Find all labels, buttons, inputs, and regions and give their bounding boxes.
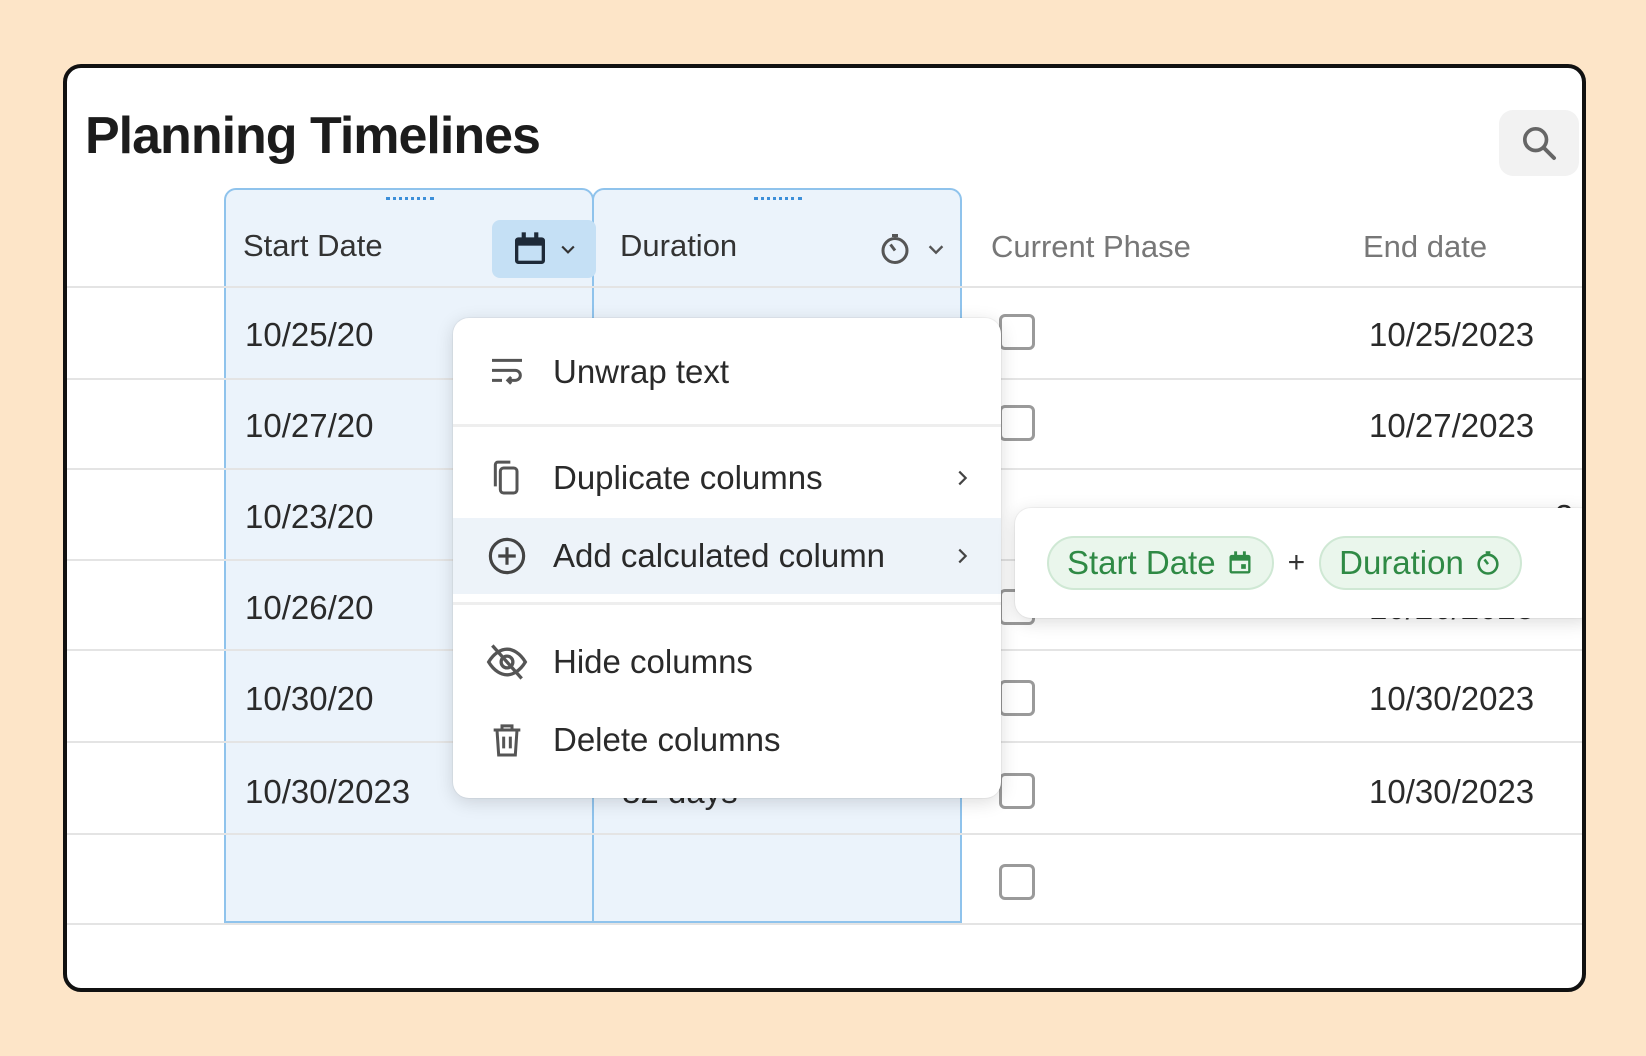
header-end-date[interactable]: End date [1363, 229, 1487, 265]
menu-label: Hide columns [553, 643, 753, 680]
calculated-column-submenu: Start Date + Duration [1015, 508, 1582, 618]
row-divider [67, 286, 1582, 288]
calendar-icon [1229, 551, 1251, 574]
drag-handle[interactable] [754, 197, 802, 201]
phase-checkbox[interactable] [999, 680, 1035, 716]
timer-icon[interactable] [877, 231, 913, 267]
trash-icon [485, 718, 529, 762]
cell-start-date[interactable]: 10/27/20 [245, 407, 373, 445]
menu-label: Unwrap text [553, 353, 730, 390]
row-divider [67, 833, 1582, 835]
header-start-date[interactable]: Start Date [243, 228, 383, 264]
cell-start-date[interactable]: 10/23/20 [245, 498, 373, 536]
chevron-down-icon[interactable] [925, 238, 947, 260]
row-divider [67, 923, 1582, 925]
menu-divider [453, 424, 1001, 427]
cell-end-date[interactable]: 10/27/2023 [1369, 407, 1534, 445]
cell-start-date[interactable]: 10/30/20 [245, 680, 373, 718]
cell-start-date[interactable]: 10/25/20 [245, 316, 373, 354]
cell-end-date[interactable]: 10/30/2023 [1369, 680, 1534, 718]
chevron-right-icon [958, 470, 968, 486]
drag-handle[interactable] [386, 197, 434, 201]
wrap-text-icon [485, 350, 529, 394]
menu-item-delete-columns[interactable]: Delete columns [453, 702, 1001, 778]
menu-label: Add calculated column [553, 537, 886, 574]
header-current-phase[interactable]: Current Phase [991, 229, 1191, 265]
cell-start-date[interactable]: 10/26/20 [245, 589, 373, 627]
operator-plus: + [1287, 546, 1306, 579]
menu-label: Delete columns [553, 721, 781, 758]
operand-chip-start-date[interactable]: Start Date [1047, 536, 1274, 590]
duration-header-controls [877, 220, 947, 278]
column-context-menu: Unwrap text Duplicate columns Add calcul… [453, 318, 1001, 798]
chip-label: Duration [1339, 544, 1464, 581]
search-icon [1523, 126, 1556, 160]
chevron-down-icon [561, 245, 575, 254]
menu-item-add-calculated-column[interactable]: Add calculated column [453, 518, 1001, 594]
operand-chip-duration[interactable]: Duration [1319, 536, 1522, 590]
date-type-button[interactable] [492, 220, 596, 278]
chevron-right-icon [958, 548, 968, 564]
phase-checkbox[interactable] [999, 864, 1035, 900]
search-button[interactable] [1499, 110, 1579, 176]
page-title: Planning Timelines [85, 107, 541, 165]
header-duration[interactable]: Duration [620, 228, 737, 264]
menu-label: Duplicate columns [553, 459, 823, 496]
cell-start-date[interactable]: 10/30/2023 [245, 773, 410, 811]
eye-off-icon [485, 640, 529, 684]
copy-icon [485, 456, 529, 500]
plus-circle-icon [485, 534, 529, 578]
chip-label: Start Date [1067, 544, 1216, 581]
menu-divider [453, 602, 1001, 605]
phase-checkbox[interactable] [999, 773, 1035, 809]
cell-end-date[interactable]: 10/30/2023 [1369, 773, 1534, 811]
menu-item-unwrap-text[interactable]: Unwrap text [453, 334, 1001, 410]
phase-checkbox[interactable] [999, 405, 1035, 441]
timer-icon [1477, 551, 1499, 575]
cell-end-date[interactable]: 10/25/2023 [1369, 316, 1534, 354]
calendar-icon [515, 232, 545, 264]
phase-checkbox[interactable] [999, 314, 1035, 350]
menu-item-hide-columns[interactable]: Hide columns [453, 624, 1001, 700]
menu-item-duplicate-columns[interactable]: Duplicate columns [453, 440, 1001, 516]
app-window: Start Date Duration Current Phase End da… [63, 64, 1586, 992]
